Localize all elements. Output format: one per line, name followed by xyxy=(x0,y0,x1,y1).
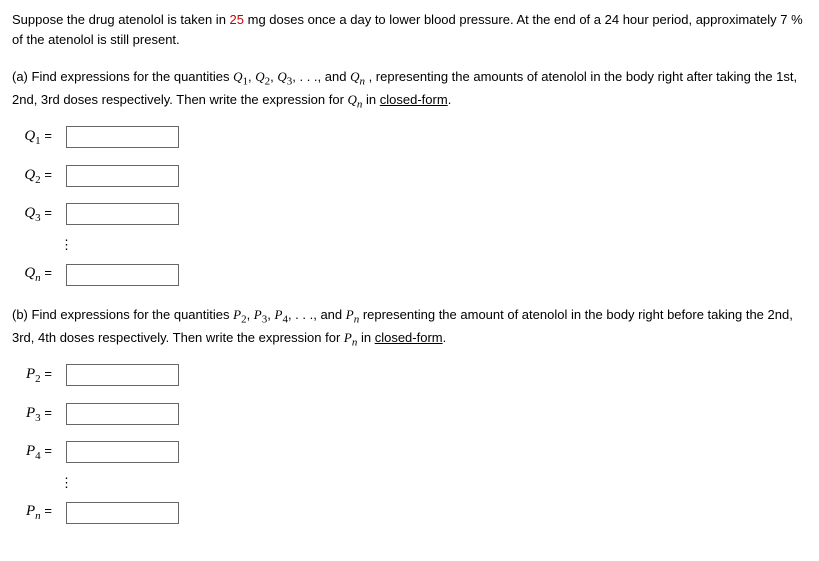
label-p3: P3 = xyxy=(22,402,66,427)
input-p2[interactable] xyxy=(66,364,179,386)
var-qn-2: Qn xyxy=(348,92,363,107)
input-q2[interactable] xyxy=(66,165,179,187)
vdots-b: ⋮ xyxy=(60,479,807,487)
input-q1[interactable] xyxy=(66,126,179,148)
part-b-text: (b) Find expressions for the quantities … xyxy=(12,305,807,351)
row-q2: Q2 = xyxy=(22,164,807,189)
part-b: (b) Find expressions for the quantities … xyxy=(12,305,807,525)
var-q2: Q2 xyxy=(255,69,270,84)
var-p3: P3 xyxy=(254,307,267,322)
row-p4: P4 = xyxy=(22,440,807,465)
var-pn: Pn xyxy=(346,307,359,322)
label-p2: P2 = xyxy=(22,363,66,388)
input-qn[interactable] xyxy=(66,264,179,286)
problem-intro: Suppose the drug atenolol is taken in 25… xyxy=(12,10,807,49)
var-qn: Qn xyxy=(350,69,365,84)
row-q1: Q1 = xyxy=(22,125,807,150)
inputs-a: Q1 = Q2 = Q3 = ⋮ Qn = xyxy=(22,125,807,287)
label-p4: P4 = xyxy=(22,440,66,465)
intro-text-1: Suppose the drug atenolol is taken in xyxy=(12,12,230,27)
part-a-text: (a) Find expressions for the quantities … xyxy=(12,67,807,113)
var-p4: P4 xyxy=(274,307,287,322)
row-p3: P3 = xyxy=(22,402,807,427)
label-q3: Q3 = xyxy=(22,202,66,227)
label-q1: Q1 = xyxy=(22,125,66,150)
var-q3: Q3 xyxy=(277,69,292,84)
input-p4[interactable] xyxy=(66,441,179,463)
var-p2: P2 xyxy=(233,307,246,322)
row-pn: Pn = xyxy=(22,500,807,525)
part-b-prefix: (b) Find expressions for the quantities xyxy=(12,307,233,322)
closed-form-link-a: closed-form xyxy=(380,92,448,107)
var-q1: Q1 xyxy=(233,69,248,84)
input-p3[interactable] xyxy=(66,403,179,425)
label-pn: Pn = xyxy=(22,500,66,525)
input-q3[interactable] xyxy=(66,203,179,225)
row-q3: Q3 = xyxy=(22,202,807,227)
inputs-b: P2 = P3 = P4 = ⋮ Pn = xyxy=(22,363,807,525)
label-qn: Qn = xyxy=(22,262,66,287)
input-pn[interactable] xyxy=(66,502,179,524)
part-a-prefix: (a) Find expressions for the quantities xyxy=(12,69,233,84)
part-a: (a) Find expressions for the quantities … xyxy=(12,67,807,287)
closed-form-link-b: closed-form xyxy=(375,330,443,345)
label-q2: Q2 = xyxy=(22,164,66,189)
row-p2: P2 = xyxy=(22,363,807,388)
var-pn-2: Pn xyxy=(344,330,357,345)
row-qn: Qn = xyxy=(22,262,807,287)
dose-amount: 25 xyxy=(230,12,244,27)
vdots-a: ⋮ xyxy=(60,241,807,249)
